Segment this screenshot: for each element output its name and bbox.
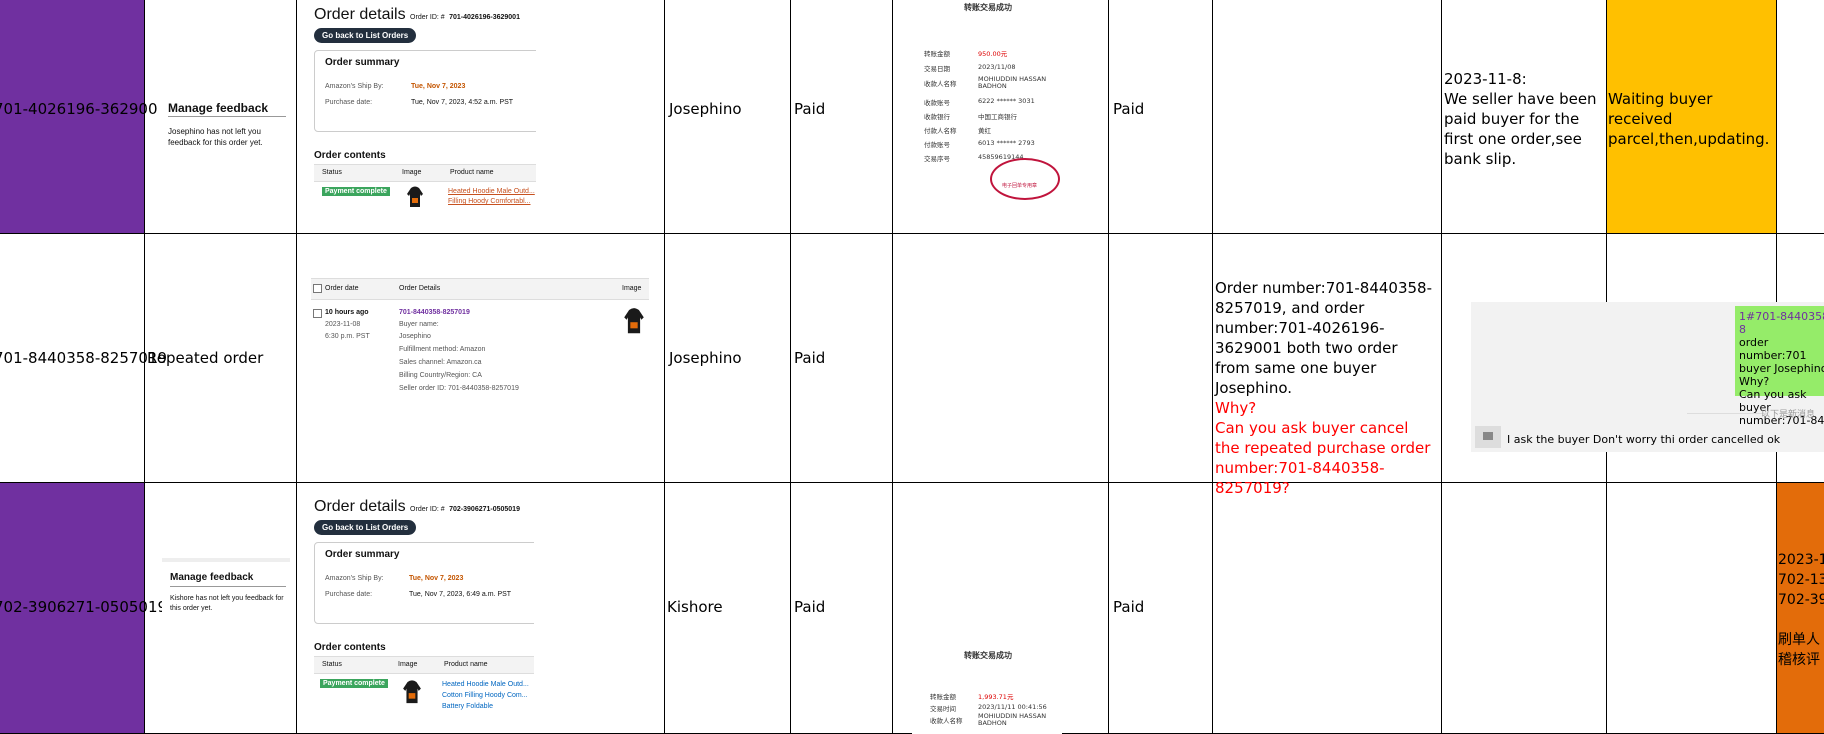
feedback-message: Josephino has not left you feedback for …: [168, 127, 263, 147]
feedback-message: Kishore has not left you feedback for th…: [170, 595, 284, 612]
order-details-heading: Order details Order ID: # 701-4026196-36…: [314, 6, 520, 23]
product-name-link[interactable]: Heated Hoodie Male Outd... Filling Hoody…: [448, 187, 536, 207]
feedback-screenshot: Manage feedback Josephino has not left y…: [158, 98, 288, 158]
chat-bubble: 1#701-8440358-8 order number:701 buyer J…: [1735, 306, 1824, 427]
payment-complete-badge: Payment complete: [322, 187, 390, 196]
hoodie-icon: [407, 186, 423, 207]
bank-stamp: 电子回单专用章: [990, 158, 1060, 200]
order-summary-title: Order summary: [325, 57, 400, 68]
order-summary-box: Order summary Amazon's Ship By: Tue, Nov…: [314, 50, 536, 132]
order-id-cell[interactable]: 701-8440358-8257019: [0, 348, 167, 368]
buyer-name-cell[interactable]: Josephino: [669, 348, 742, 368]
bank-slip-image: 转账交易成功 转账金额 1,993.71元 交易时间 2023/11/11 00…: [912, 646, 1062, 734]
feedback-title: Manage feedback: [168, 101, 269, 115]
row-checkbox[interactable]: [313, 309, 322, 318]
payment-status-cell[interactable]: Paid: [794, 348, 825, 368]
reason-cell[interactable]: Repeated order: [147, 348, 263, 368]
back-to-orders-button[interactable]: Go back to List Orders: [314, 520, 417, 535]
message-cell[interactable]: Order number:701-8440358-8257019, and or…: [1215, 278, 1437, 498]
select-all-checkbox[interactable]: [313, 284, 322, 293]
order-id-cell[interactable]: 701-4026196-3629001: [0, 99, 167, 119]
bank-slip-image: 转账交易成功 转账金额 950.00元 交易日期 2023/11/08 收款人名…: [912, 0, 1062, 210]
hoodie-icon: [624, 308, 644, 334]
order-summary-box: Order summary Amazon's Ship By: Tue, Nov…: [314, 542, 534, 624]
chat-reply: I ask the buyer Don't worry thi order ca…: [1507, 433, 1781, 446]
payment-complete-badge: Payment complete: [320, 679, 388, 688]
order-id-cell[interactable]: 702-3906271-0505019: [0, 597, 167, 617]
feedback-title: Manage feedback: [170, 572, 254, 583]
buyer-name-cell[interactable]: Josephino: [669, 99, 742, 119]
result-cell[interactable]: Waiting buyer received parcel,then,updat…: [1608, 89, 1774, 149]
order-details-screenshot: Order details Order ID: # 701-4026196-36…: [312, 4, 536, 226]
spreadsheet: 701-4026196-3629001 Manage feedback Jose…: [0, 0, 1824, 734]
order-list-screenshot: Order date Order Details Image 10 hours …: [311, 278, 649, 400]
avatar: [1475, 426, 1501, 448]
back-to-orders-button[interactable]: Go back to List Orders: [314, 28, 417, 43]
hoodie-icon: [403, 680, 421, 704]
order-details-heading: Order details Order ID: # 702-3906271-05…: [314, 498, 520, 515]
chat-screenshot: 1#701-8440358-8 order number:701 buyer J…: [1471, 302, 1824, 452]
order-contents-title: Order contents: [314, 642, 386, 653]
result-cell[interactable]: 2023-11 702-134 702-390 刷单人 稽核评: [1778, 550, 1824, 670]
message-text: Order number:701-8440358-8257019, and or…: [1215, 279, 1432, 397]
order-link[interactable]: 701-8440358-8257019: [399, 309, 470, 316]
note-cell[interactable]: 2023-11-8: We seller have been paid buye…: [1444, 69, 1604, 169]
payment-status-2-cell[interactable]: Paid: [1113, 597, 1144, 617]
payment-status-cell[interactable]: Paid: [794, 597, 825, 617]
payment-status-cell[interactable]: Paid: [794, 99, 825, 119]
product-name-link[interactable]: Heated Hoodie Male Outd... Cotton Fillin…: [442, 679, 532, 712]
buyer-name-cell[interactable]: Kishore: [667, 597, 723, 617]
feedback-screenshot: Manage feedback Kishore has not left you…: [162, 558, 290, 618]
order-contents-title: Order contents: [314, 150, 386, 161]
order-details-screenshot: Order details Order ID: # 702-3906271-05…: [312, 496, 534, 720]
payment-status-2-cell[interactable]: Paid: [1113, 99, 1144, 119]
message-request: Why? Can you ask buyer cancel the repeat…: [1215, 399, 1431, 497]
new-messages-divider: 以下是新消息: [1761, 410, 1816, 420]
order-summary-title: Order summary: [325, 549, 400, 560]
